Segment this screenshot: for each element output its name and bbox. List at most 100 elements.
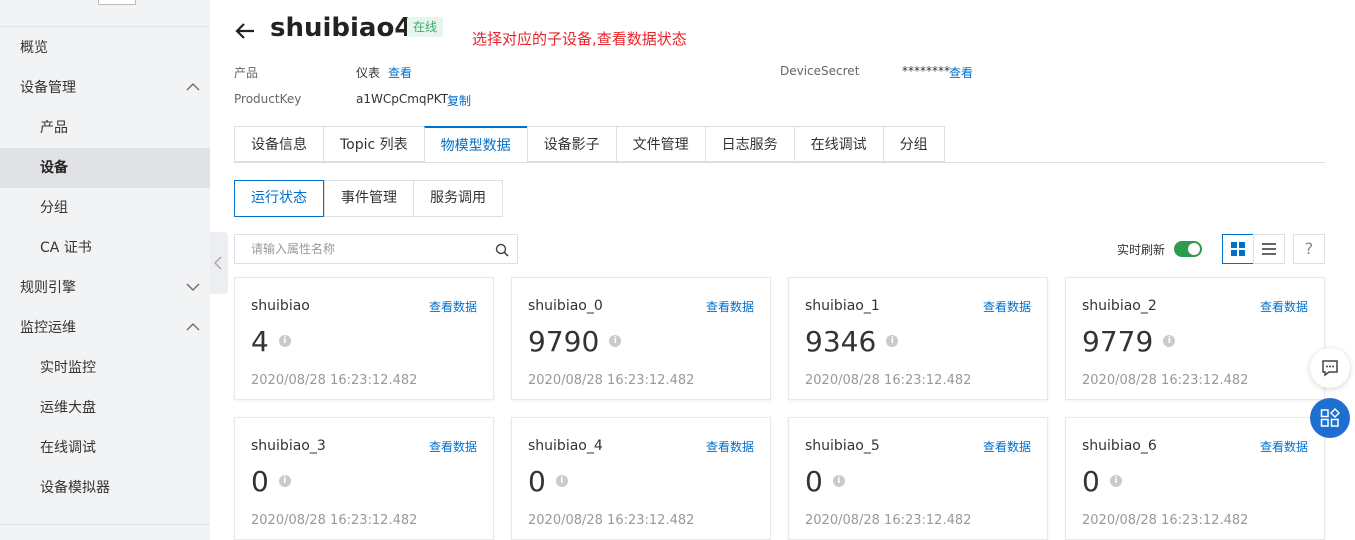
devicesecret-label: DeviceSecret: [780, 64, 860, 78]
card-value: 0: [528, 465, 546, 498]
property-card: shuibiao 查看数据 4i 2020/08/28 16:23:12.482: [234, 277, 494, 400]
devicesecret-value: ********: [902, 64, 950, 78]
subtab-service-call[interactable]: 服务调用: [413, 180, 503, 217]
card-name: shuibiao_5: [805, 438, 880, 454]
chat-button[interactable]: [1310, 348, 1350, 388]
sidebar-item-product[interactable]: 产品: [0, 108, 210, 148]
info-icon[interactable]: i: [1163, 335, 1176, 347]
property-card: shuibiao_5 查看数据 0i 2020/08/28 16:23:12.4…: [788, 417, 1048, 540]
sidebar-item-ca-cert[interactable]: CA 证书: [0, 228, 210, 268]
card-name: shuibiao_1: [805, 298, 880, 314]
view-data-link[interactable]: 查看数据: [983, 438, 1031, 455]
card-value-row: 0i: [251, 465, 291, 499]
realtime-refresh-label: 实时刷新: [1117, 243, 1166, 257]
sidebar-item-rule-engine[interactable]: 规则引擎: [0, 268, 210, 308]
card-name: shuibiao: [251, 298, 310, 314]
search-icon[interactable]: [495, 242, 509, 261]
sidebar-item-label: 实时监控: [40, 360, 96, 376]
list-view-button[interactable]: [1253, 234, 1285, 264]
sidebar-collapse-handle[interactable]: [210, 232, 228, 294]
main-tabs: 设备信息 Topic 列表 物模型数据 设备影子 文件管理 日志服务 在线调试 …: [234, 126, 945, 162]
card-value: 9790: [528, 325, 600, 358]
sidebar-item-device[interactable]: 设备: [0, 148, 210, 188]
grid-view-button[interactable]: [1222, 234, 1254, 264]
sidebar-item-overview[interactable]: 概览: [0, 28, 210, 68]
productkey-label: ProductKey: [234, 92, 302, 106]
sidebar-item-ops-dashboard[interactable]: 运维大盘: [0, 388, 210, 428]
view-data-link[interactable]: 查看数据: [706, 438, 754, 455]
info-icon[interactable]: i: [886, 335, 899, 347]
tab-topic-list[interactable]: Topic 列表: [323, 126, 424, 162]
card-timestamp: 2020/08/28 16:23:12.482: [805, 373, 972, 388]
chevron-down-icon: [186, 268, 200, 308]
card-name: shuibiao_3: [251, 438, 326, 454]
subtab-running-status[interactable]: 运行状态: [234, 180, 324, 217]
card-name: shuibiao_0: [528, 298, 603, 314]
card-timestamp: 2020/08/28 16:23:12.482: [528, 373, 695, 388]
card-name: shuibiao_4: [528, 438, 603, 454]
sidebar-item-label: 规则引擎: [20, 280, 76, 296]
info-icon[interactable]: i: [1109, 475, 1122, 487]
help-button[interactable]: ?: [1293, 234, 1325, 264]
page-title: shuibiao4: [270, 13, 413, 43]
tab-group[interactable]: 分组: [882, 126, 945, 162]
property-card: shuibiao_0 查看数据 9790 i 2020/08/28 16:23:1…: [511, 277, 771, 400]
divider: [0, 524, 210, 525]
sidebar-item-realtime-monitor[interactable]: 实时监控: [0, 348, 210, 388]
sidebar: 概览 设备管理 产品 设备 分组 CA 证书 规则引擎 监控运维 实时监控 运维…: [0, 0, 210, 540]
card-value-row: 9790 i: [528, 325, 622, 359]
card-value-row: 9779 i: [1082, 325, 1176, 359]
sidebar-top-box[interactable]: [98, 0, 136, 5]
property-card: shuibiao_4 查看数据 0i 2020/08/28 16:23:12.4…: [511, 417, 771, 540]
subtab-event-management[interactable]: 事件管理: [324, 180, 413, 217]
view-data-link[interactable]: 查看数据: [706, 298, 754, 315]
tab-thing-model-data[interactable]: 物模型数据: [423, 126, 527, 162]
card-value-row: 4i: [251, 325, 291, 359]
tab-file-management[interactable]: 文件管理: [615, 126, 705, 162]
product-label: 产品: [234, 66, 259, 80]
chevron-up-icon: [186, 308, 200, 348]
sidebar-item-label: 监控运维: [20, 320, 76, 336]
tab-device-info[interactable]: 设备信息: [234, 126, 323, 162]
realtime-refresh-toggle[interactable]: [1174, 241, 1202, 257]
info-icon[interactable]: i: [609, 335, 622, 347]
card-timestamp: 2020/08/28 16:23:12.482: [1082, 513, 1249, 528]
tab-device-shadow[interactable]: 设备影子: [526, 126, 616, 162]
chevron-up-icon: [186, 68, 200, 108]
annotation-text: 选择对应的子设备,查看数据状态: [472, 30, 687, 48]
sidebar-item-label: 设备管理: [20, 80, 76, 96]
view-data-link[interactable]: 查看数据: [1260, 298, 1308, 315]
view-data-link[interactable]: 查看数据: [429, 438, 477, 455]
product-view-link[interactable]: 查看: [388, 64, 412, 81]
view-data-link[interactable]: 查看数据: [1260, 438, 1308, 455]
toggle-knob: [1188, 243, 1200, 255]
apps-button[interactable]: [1310, 398, 1350, 438]
info-icon[interactable]: i: [832, 475, 845, 487]
tab-log-service[interactable]: 日志服务: [704, 126, 794, 162]
sidebar-item-online-debug[interactable]: 在线调试: [0, 428, 210, 468]
tab-online-debug[interactable]: 在线调试: [793, 126, 883, 162]
view-data-link[interactable]: 查看数据: [429, 298, 477, 315]
sidebar-item-label: 在线调试: [40, 440, 96, 456]
property-card: shuibiao_6 查看数据 0i 2020/08/28 16:23:12.4…: [1065, 417, 1325, 540]
devicesecret-view-link[interactable]: 查看: [949, 64, 973, 81]
back-arrow-icon[interactable]: [234, 20, 256, 46]
productkey-copy-link[interactable]: 复制: [447, 92, 471, 109]
sidebar-item-label: 概览: [20, 40, 48, 56]
card-name: shuibiao_6: [1082, 438, 1157, 454]
property-card: shuibiao_2 查看数据 9779 i 2020/08/28 16:23:1…: [1065, 277, 1325, 400]
view-data-link[interactable]: 查看数据: [983, 298, 1031, 315]
divider: [234, 162, 1325, 163]
info-icon[interactable]: i: [555, 475, 568, 487]
sidebar-item-group[interactable]: 分组: [0, 188, 210, 228]
sidebar-item-device-management[interactable]: 设备管理: [0, 68, 210, 108]
card-value-row: 0i: [528, 465, 568, 499]
sidebar-item-device-simulator[interactable]: 设备模拟器: [0, 468, 210, 508]
sidebar-item-label: 运维大盘: [40, 400, 96, 416]
info-icon[interactable]: i: [278, 335, 291, 347]
info-icon[interactable]: i: [278, 475, 291, 487]
search-input[interactable]: [235, 235, 517, 263]
card-value-row: 9346 i: [805, 325, 899, 359]
productkey-value: a1WCpCmqPKT: [356, 92, 449, 106]
sidebar-item-monitoring[interactable]: 监控运维: [0, 308, 210, 348]
